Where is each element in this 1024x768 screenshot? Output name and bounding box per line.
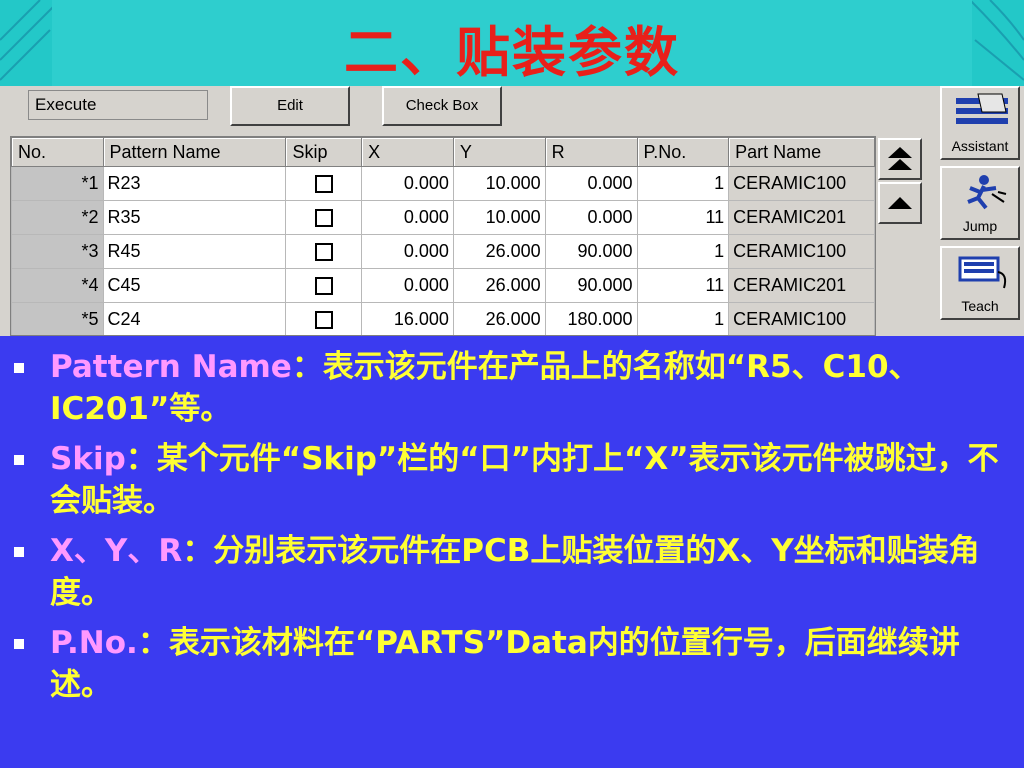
part-name-cell: CERAMIC100	[728, 166, 875, 201]
column-header-part-name[interactable]: Part Name	[728, 137, 875, 167]
jump-label: Jump	[962, 218, 998, 234]
definition-pno: ：表示该材料在“PARTS”Data内的位置行号，后面继续讲述。	[50, 625, 960, 703]
x-cell[interactable]: 0.000	[361, 268, 454, 303]
term-skip: Skip	[50, 441, 126, 477]
term-xyr: X、Y、R	[50, 533, 183, 569]
pattern-name-cell[interactable]: R23	[102, 166, 287, 201]
row-number: *5	[11, 302, 104, 335]
table-row[interactable]: *5 C24 16.000 26.000 180.000 1 CERAMIC10…	[11, 302, 875, 335]
pattern-name-cell[interactable]: C24	[102, 302, 287, 335]
double-up-arrow-icon	[888, 147, 912, 170]
skip-cell[interactable]	[285, 166, 363, 201]
bullet-square-icon	[14, 547, 24, 557]
column-header-pno[interactable]: P.No.	[636, 137, 730, 167]
explanation-list: Pattern Name：表示该元件在产品上的名称如“R5、C10、IC201”…	[0, 346, 1010, 714]
pattern-name-cell[interactable]: R45	[102, 234, 287, 269]
scroll-to-top-button[interactable]	[878, 138, 922, 180]
skip-checkbox[interactable]	[314, 277, 333, 296]
y-cell[interactable]: 26.000	[452, 234, 546, 269]
part-name-cell: CERAMIC100	[728, 302, 875, 335]
x-cell[interactable]: 0.000	[361, 200, 454, 235]
title-band: 二、贴装参数	[52, 0, 972, 86]
check-box-button[interactable]: Check Box	[382, 86, 502, 126]
row-number: *4	[11, 268, 104, 303]
y-cell[interactable]: 26.000	[452, 302, 546, 335]
teach-label: Teach	[961, 298, 999, 314]
column-header-pattern-name[interactable]: Pattern Name	[102, 137, 287, 167]
assistant-label: Assistant	[951, 138, 1009, 154]
column-header-skip[interactable]: Skip	[285, 137, 363, 167]
pattern-name-cell[interactable]: R35	[102, 200, 287, 235]
skip-cell[interactable]	[285, 234, 363, 269]
bullet-square-icon	[14, 639, 24, 649]
x-cell[interactable]: 0.000	[361, 166, 454, 201]
y-cell[interactable]: 26.000	[452, 268, 546, 303]
up-arrow-icon	[888, 197, 912, 209]
assistant-icon	[956, 93, 1008, 124]
x-cell[interactable]: 16.000	[361, 302, 454, 335]
y-cell[interactable]: 10.000	[452, 200, 546, 235]
teach-keyboard-icon	[958, 256, 1007, 289]
column-header-y[interactable]: Y	[452, 137, 546, 167]
part-name-cell: CERAMIC100	[728, 234, 875, 269]
skip-cell[interactable]	[285, 268, 363, 303]
table-scroll-controls	[876, 136, 924, 336]
pattern-table: No. Pattern Name Skip X Y R P.No. Part N…	[10, 136, 876, 336]
list-item: X、Y、R：分别表示该元件在PCB上贴装位置的X、Y坐标和贴装角度。	[0, 530, 1010, 614]
jump-button[interactable]: Jump	[940, 166, 1020, 240]
jump-icon	[967, 175, 1007, 210]
definition-skip: ：某个元件“Skip”栏的“口”内打上“X”表示该元件被跳过，不会贴装。	[50, 441, 999, 519]
skip-cell[interactable]	[285, 200, 363, 235]
list-item: P.No.：表示该材料在“PARTS”Data内的位置行号，后面继续讲述。	[0, 622, 1010, 706]
column-header-x[interactable]: X	[361, 137, 454, 167]
r-cell[interactable]: 0.000	[544, 200, 638, 235]
y-cell[interactable]: 10.000	[452, 166, 546, 201]
pno-cell[interactable]: 11	[636, 200, 730, 235]
side-panel: Assistant Jump Teach	[938, 86, 1022, 336]
column-header-no[interactable]: No.	[11, 137, 104, 167]
teach-button[interactable]: Teach	[940, 246, 1020, 320]
pno-cell[interactable]: 1	[636, 302, 730, 335]
pattern-name-cell[interactable]: C45	[102, 268, 287, 303]
list-item: Skip：某个元件“Skip”栏的“口”内打上“X”表示该元件被跳过，不会贴装。	[0, 438, 1010, 522]
column-header-r[interactable]: R	[544, 137, 638, 167]
skip-checkbox[interactable]	[314, 209, 333, 228]
pno-cell[interactable]: 1	[636, 234, 730, 269]
explanation-panel: Pattern Name：表示该元件在产品上的名称如“R5、C10、IC201”…	[0, 336, 1024, 768]
term-pno: P.No.	[50, 625, 138, 661]
edit-button[interactable]: Edit	[230, 86, 350, 126]
skip-checkbox[interactable]	[314, 243, 333, 262]
r-cell[interactable]: 90.000	[544, 234, 638, 269]
table-row[interactable]: *3 R45 0.000 26.000 90.000 1 CERAMIC100	[11, 234, 875, 269]
skip-checkbox[interactable]	[314, 175, 333, 194]
part-name-cell: CERAMIC201	[728, 268, 875, 303]
list-item: Pattern Name：表示该元件在产品上的名称如“R5、C10、IC201”…	[0, 346, 1010, 430]
skip-cell[interactable]	[285, 302, 363, 335]
assistant-button[interactable]: Assistant	[940, 86, 1020, 160]
definition-xyr: ：分别表示该元件在PCB上贴装位置的X、Y坐标和贴装角度。	[50, 533, 980, 611]
r-cell[interactable]: 0.000	[544, 166, 638, 201]
slide-title: 二、贴装参数	[344, 20, 680, 84]
scroll-up-button[interactable]	[878, 182, 922, 224]
skip-checkbox[interactable]	[314, 311, 333, 330]
pno-cell[interactable]: 11	[636, 268, 730, 303]
r-cell[interactable]: 90.000	[544, 268, 638, 303]
x-cell[interactable]: 0.000	[361, 234, 454, 269]
row-number: *3	[11, 234, 104, 269]
table-row[interactable]: *1 R23 0.000 10.000 0.000 1 CERAMIC100	[11, 166, 875, 201]
execute-field[interactable]: Execute	[28, 90, 208, 120]
row-number: *2	[11, 200, 104, 235]
pno-cell[interactable]: 1	[636, 166, 730, 201]
table-row[interactable]: *4 C45 0.000 26.000 90.000 11 CERAMIC201	[11, 268, 875, 303]
row-number: *1	[11, 166, 104, 201]
bullet-square-icon	[14, 455, 24, 465]
table-header-row: No. Pattern Name Skip X Y R P.No. Part N…	[11, 137, 875, 167]
part-name-cell: CERAMIC201	[728, 200, 875, 235]
bullet-square-icon	[14, 363, 24, 373]
table-row[interactable]: *2 R35 0.000 10.000 0.000 11 CERAMIC201	[11, 200, 875, 235]
r-cell[interactable]: 180.000	[544, 302, 638, 335]
term-pattern-name: Pattern Name	[50, 349, 292, 385]
placement-software-window: Execute Edit Check Box No. Pattern Name …	[0, 86, 1024, 336]
